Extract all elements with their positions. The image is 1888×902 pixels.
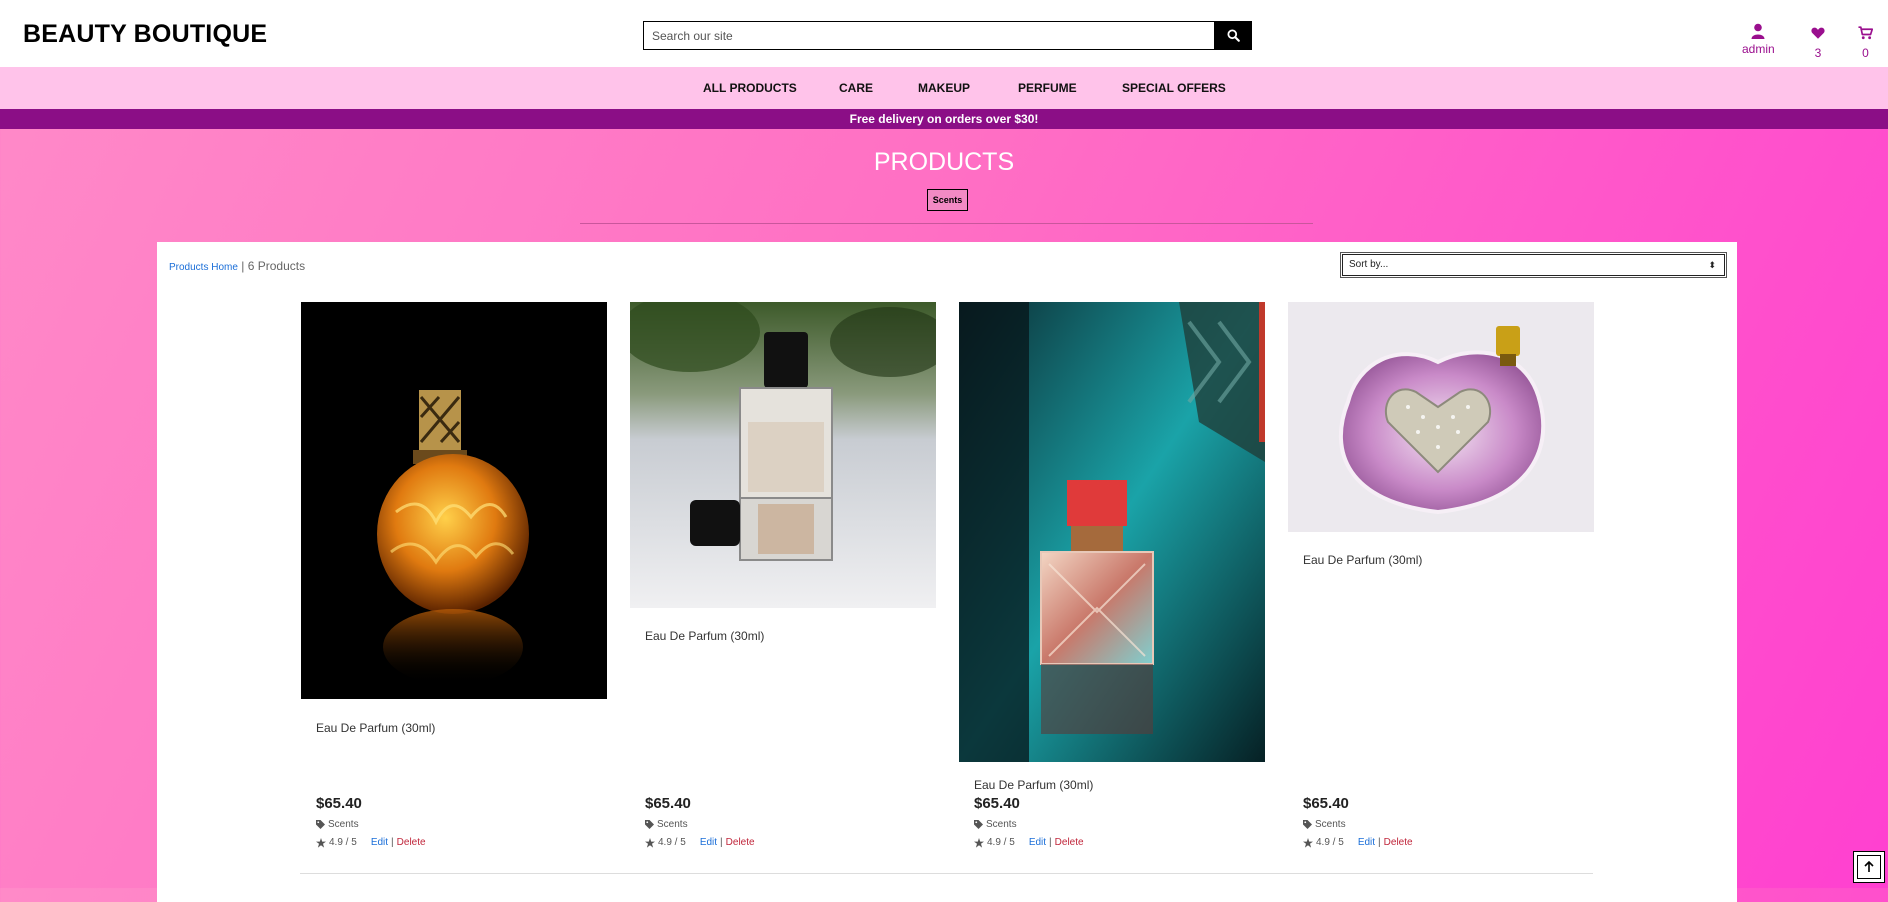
product-image[interactable] [1288, 302, 1594, 532]
product-category-label: Scents [1315, 819, 1346, 830]
nav-makeup[interactable]: MAKEUP [918, 81, 970, 95]
product-image[interactable] [301, 302, 607, 699]
account-menu[interactable]: admin [1742, 22, 1775, 56]
product-category-label: Scents [657, 819, 688, 830]
delete-product-link[interactable]: Delete [726, 837, 755, 848]
wishlist-count: 3 [1814, 46, 1822, 60]
product-category[interactable]: Scents [1303, 819, 1346, 830]
breadcrumb: Products Home | 6 Products [169, 259, 305, 273]
nav-special-offers[interactable]: SPECIAL OFFERS [1122, 81, 1226, 95]
tag-icon [645, 820, 654, 829]
product-rating-value: 4.9 / 5 [329, 837, 357, 848]
edit-product-link[interactable]: Edit [700, 837, 717, 848]
star-icon [974, 837, 984, 848]
product-rating-value: 4.9 / 5 [1316, 837, 1344, 848]
star-icon [645, 837, 655, 848]
product-category-label: Scents [986, 819, 1017, 830]
title-divider [580, 223, 1313, 224]
product-panel: Products Home | 6 Products Sort by... ⬍ [157, 242, 1737, 902]
edit-product-link[interactable]: Edit [371, 837, 388, 848]
tag-icon [974, 820, 983, 829]
arrow-up-icon [1864, 861, 1874, 872]
brand-logo[interactable]: BEAUTY BOUTIQUE [23, 20, 267, 49]
product-name[interactable]: Eau De Parfum (30ml) [645, 629, 764, 643]
product-image[interactable] [630, 302, 936, 608]
page-title: PRODUCTS [873, 148, 1015, 176]
delete-product-link[interactable]: Delete [1384, 837, 1413, 848]
select-arrows-icon: ⬍ [1708, 260, 1716, 270]
product-grid-divider [300, 873, 1593, 874]
product-rating: 4.9 / 5 Edit | Delete [645, 837, 755, 848]
tag-icon [1303, 820, 1312, 829]
product-rating: 4.9 / 5 Edit | Delete [974, 837, 1084, 848]
wishlist-link[interactable]: 3 [1811, 22, 1825, 60]
product-rating: 4.9 / 5 Edit | Delete [316, 837, 426, 848]
product-name[interactable]: Eau De Parfum (30ml) [316, 721, 435, 735]
main-nav: ALL PRODUCTS CARE MAKEUP PERFUME SPECIAL… [0, 67, 1888, 109]
delete-product-link[interactable]: Delete [1055, 837, 1084, 848]
product-category[interactable]: Scents [974, 819, 1017, 830]
tag-icon [316, 820, 325, 829]
cart-icon [1858, 26, 1873, 40]
product-rating-value: 4.9 / 5 [658, 837, 686, 848]
sort-select[interactable]: Sort by... ⬍ [1340, 252, 1727, 278]
star-icon [316, 837, 326, 848]
cart-count: 0 [1862, 46, 1869, 60]
back-to-top-button[interactable] [1853, 851, 1885, 883]
nav-all-products[interactable]: ALL PRODUCTS [703, 81, 797, 95]
search-input[interactable] [643, 21, 1215, 50]
product-category[interactable]: Scents [316, 819, 359, 830]
search-form [643, 21, 1252, 50]
star-icon [1303, 837, 1313, 848]
cart-link[interactable]: 0 [1858, 22, 1873, 60]
promo-banner: Free delivery on orders over $30! [0, 109, 1888, 129]
product-price: $65.40 [316, 795, 362, 812]
heart-icon [1811, 27, 1825, 39]
edit-product-link[interactable]: Edit [1029, 837, 1046, 848]
product-name[interactable]: Eau De Parfum (30ml) [1303, 553, 1422, 567]
product-price: $65.40 [1303, 795, 1349, 812]
site-header: BEAUTY BOUTIQUE admin 3 0 [0, 0, 1888, 67]
category-badge[interactable]: Scents [927, 189, 968, 211]
product-price: $65.40 [645, 795, 691, 812]
product-price: $65.40 [974, 795, 1020, 812]
search-icon [1227, 29, 1240, 42]
user-icon [1751, 23, 1765, 39]
delete-product-link[interactable]: Delete [397, 837, 426, 848]
product-image[interactable] [959, 302, 1265, 762]
nav-perfume[interactable]: PERFUME [1018, 81, 1077, 95]
edit-product-link[interactable]: Edit [1358, 837, 1375, 848]
search-button[interactable] [1215, 21, 1252, 50]
nav-care[interactable]: CARE [839, 81, 873, 95]
product-rating: 4.9 / 5 Edit | Delete [1303, 837, 1413, 848]
product-category[interactable]: Scents [645, 819, 688, 830]
product-name[interactable]: Eau De Parfum (30ml) [974, 778, 1093, 792]
sort-select-value: Sort by... [1349, 259, 1389, 270]
product-category-label: Scents [328, 819, 359, 830]
account-label: admin [1742, 42, 1775, 56]
product-count: 6 Products [247, 259, 306, 273]
breadcrumb-products-home[interactable]: Products Home [169, 262, 238, 273]
breadcrumb-separator: | [241, 259, 245, 273]
product-rating-value: 4.9 / 5 [987, 837, 1015, 848]
